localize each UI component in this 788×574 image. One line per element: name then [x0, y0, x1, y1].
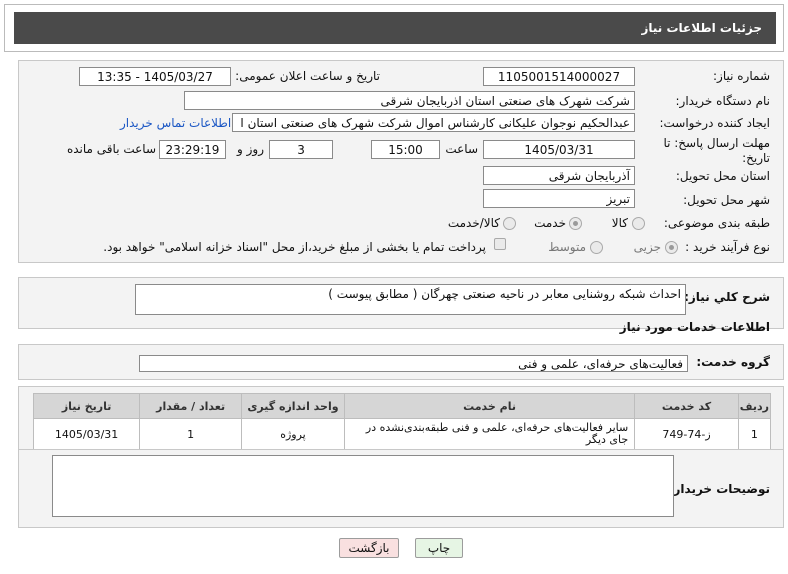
- deadline-date-field[interactable]: 1405/03/31: [483, 140, 635, 159]
- deadline-label-line2: تاریخ:: [742, 151, 770, 165]
- col-row: ردیف: [737, 393, 772, 419]
- table-row: 1 ز-74-749 سایر فعالیت‌های حرفه‌ای، علمی…: [32, 418, 772, 450]
- province-field[interactable]: آذربایجان شرقی: [483, 166, 635, 185]
- buyer-notes-textarea[interactable]: [52, 455, 674, 517]
- services-table: ردیف کد خدمت نام خدمت واحد اندازه گیری ت…: [32, 393, 772, 450]
- buyer-org-field[interactable]: شرکت شهرک های صنعتی استان اذربایجان شرقی: [184, 91, 635, 110]
- need-number-field[interactable]: 1105001514000027: [483, 67, 635, 86]
- city-field[interactable]: تبریز: [483, 189, 635, 208]
- print-button[interactable]: چاپ: [415, 538, 463, 558]
- days-label: روز و: [237, 142, 264, 156]
- col-qty: تعداد / مقدار: [139, 393, 243, 419]
- creator-label: ایجاد کننده درخواست:: [659, 116, 770, 130]
- process-radio-minor[interactable]: [665, 241, 678, 254]
- service-group-label: گروه خدمت:: [696, 355, 770, 369]
- cell-name: سایر فعالیت‌های حرفه‌ای، علمی و فنی طبقه…: [343, 418, 636, 450]
- deadline-label: مهلت ارسال پاسخ: تا تاریخ:: [650, 136, 770, 166]
- city-label: شهر محل تحویل:: [683, 193, 770, 207]
- province-label: استان محل تحویل:: [675, 169, 770, 183]
- payment-note: پرداخت تمام یا بخشی از مبلغ خرید،از محل …: [103, 240, 486, 254]
- col-date: تاریخ نیاز: [32, 393, 141, 419]
- cell-code: ز-74-749: [634, 418, 739, 450]
- col-code: کد خدمت: [634, 393, 739, 419]
- category-radio-goods[interactable]: [632, 217, 645, 230]
- category-radio-service[interactable]: [569, 217, 582, 230]
- col-unit: واحد اندازه گیری: [241, 393, 345, 419]
- services-table-header: ردیف کد خدمت نام خدمت واحد اندازه گیری ت…: [32, 393, 772, 419]
- summary-textarea[interactable]: احداث شبکه روشنایی معابر در ناحیه صنعتی …: [135, 284, 686, 315]
- buyer-org-label: نام دستگاه خریدار:: [675, 94, 771, 108]
- category-option-service: خدمت: [534, 216, 566, 230]
- cell-unit: پروژه: [241, 418, 345, 450]
- buyer-contact-link[interactable]: اطلاعات تماس خریدار: [120, 116, 231, 130]
- payment-checkbox[interactable]: [494, 238, 506, 250]
- services-section-title: اطلاعات خدمات مورد نیاز: [619, 320, 770, 334]
- summary-label: شرح کلي نیاز:: [684, 290, 770, 304]
- cell-qty: 1: [139, 418, 243, 450]
- need-number-label: شماره نیاز:: [713, 69, 770, 83]
- category-option-goods-service: کالا/خدمت: [447, 216, 500, 230]
- cell-row: 1: [737, 418, 772, 450]
- back-button[interactable]: بازگشت: [339, 538, 399, 558]
- cell-date: 1405/03/31: [32, 418, 141, 450]
- process-radio-medium[interactable]: [590, 241, 603, 254]
- creator-field[interactable]: عبدالحکیم نوجوان علیکانی کارشناس اموال ش…: [232, 113, 635, 132]
- announce-field[interactable]: 1405/03/27 - 13:35: [79, 67, 231, 86]
- remaining-label: ساعت باقی مانده: [66, 142, 156, 156]
- announce-label: تاریخ و ساعت اعلان عمومی:: [235, 69, 380, 83]
- service-group-field[interactable]: فعالیت‌های حرفه‌ای، علمی و فنی: [139, 355, 688, 372]
- category-label: طبقه بندی موضوعی:: [663, 216, 770, 230]
- col-name: نام خدمت: [343, 393, 636, 419]
- page-title: جزئیات اطلاعات نیاز: [14, 12, 776, 44]
- category-option-goods: کالا: [611, 216, 628, 230]
- time-label: ساعت: [445, 142, 478, 156]
- days-field[interactable]: 3: [269, 140, 333, 159]
- process-option-minor: جزیی: [633, 240, 661, 254]
- remaining-time-field[interactable]: 23:29:19: [159, 140, 226, 159]
- category-radio-goods-service[interactable]: [503, 217, 516, 230]
- buyer-notes-label: توضیحات خریدار:: [668, 482, 770, 496]
- process-option-medium: متوسط: [548, 240, 586, 254]
- deadline-label-line1: مهلت ارسال پاسخ: تا: [663, 136, 770, 150]
- deadline-time-field[interactable]: 15:00: [371, 140, 440, 159]
